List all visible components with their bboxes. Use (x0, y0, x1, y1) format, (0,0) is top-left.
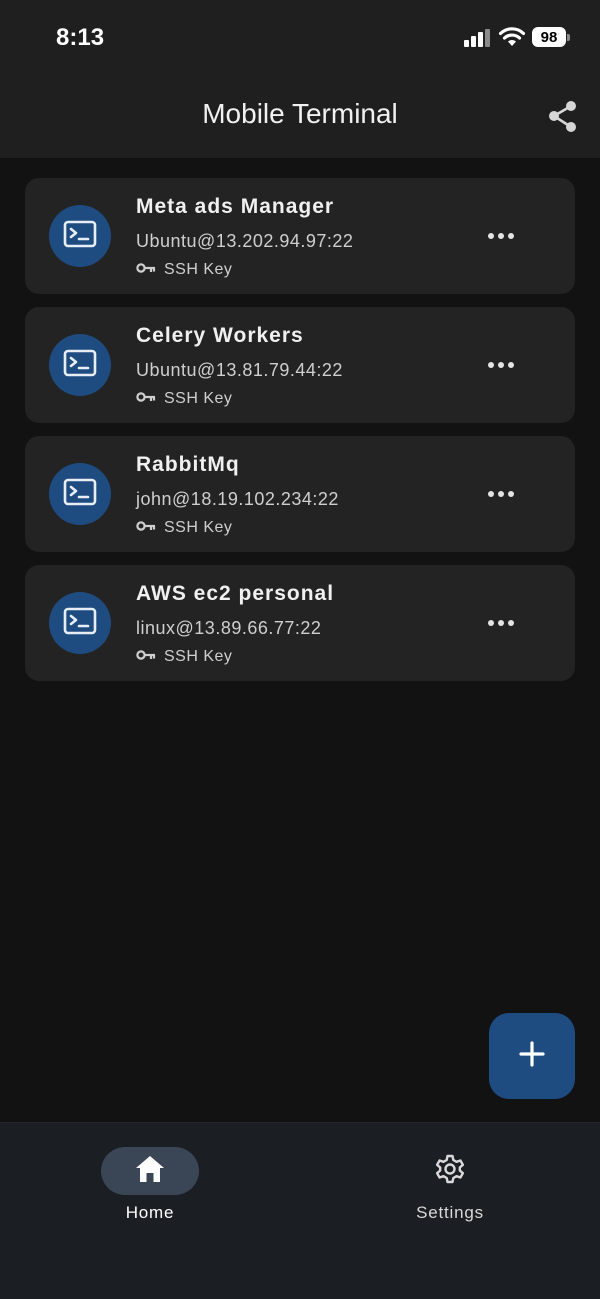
auth-label: SSH Key (164, 390, 233, 407)
terminal-icon (63, 607, 97, 640)
connection-list: Meta ads Manager Ubuntu@13.202.94.97:22 … (25, 178, 575, 694)
add-connection-button[interactable] (489, 1013, 575, 1099)
terminal-icon (63, 478, 97, 511)
connection-card[interactable]: Meta ads Manager Ubuntu@13.202.94.97:22 … (25, 178, 575, 294)
more-icon (487, 227, 515, 245)
more-options-button[interactable] (477, 347, 525, 383)
connection-card[interactable]: Celery Workers Ubuntu@13.81.79.44:22 SSH… (25, 307, 575, 423)
auth-label: SSH Key (164, 261, 233, 278)
connection-auth: SSH Key (136, 519, 232, 537)
connection-name: RabbitMq (136, 453, 240, 476)
connection-host: linux@13.89.66.77:22 (136, 618, 322, 638)
key-icon (136, 390, 156, 408)
terminal-avatar (49, 205, 111, 267)
cellular-signal-icon (464, 29, 492, 52)
terminal-icon (63, 349, 97, 382)
connection-name: Celery Workers (136, 324, 304, 347)
app-screen: 8:13 98 Mobile Terminal Meta ads Manager… (0, 0, 600, 1299)
share-button[interactable] (544, 98, 582, 136)
connection-host: john@18.19.102.234:22 (136, 489, 339, 509)
nav-label-home: Home (125, 1203, 175, 1222)
auth-label: SSH Key (164, 648, 233, 665)
more-icon (487, 356, 515, 374)
gear-icon (434, 1153, 466, 1190)
connection-auth: SSH Key (136, 648, 232, 666)
auth-label: SSH Key (164, 519, 233, 536)
status-time: 8:13 (56, 24, 105, 51)
nav-icon-container (401, 1147, 499, 1195)
more-options-button[interactable] (477, 605, 525, 641)
connection-host: Ubuntu@13.202.94.97:22 (136, 231, 354, 251)
terminal-icon (63, 220, 97, 253)
status-bar: 8:13 98 (0, 0, 600, 80)
more-options-button[interactable] (477, 476, 525, 512)
nav-active-indicator (101, 1147, 199, 1195)
plus-icon (519, 1040, 545, 1072)
key-icon (136, 261, 156, 279)
nav-label-settings: Settings (416, 1203, 484, 1222)
nav-item-home[interactable]: Home (50, 1147, 250, 1223)
terminal-avatar (49, 463, 111, 525)
connection-host: Ubuntu@13.81.79.44:22 (136, 360, 343, 380)
bottom-navigation: Home Settings (0, 1122, 600, 1299)
connection-name: AWS ec2 personal (136, 582, 335, 605)
more-icon (487, 614, 515, 632)
battery-tip (567, 34, 570, 41)
more-options-button[interactable] (477, 218, 525, 254)
terminal-avatar (49, 334, 111, 396)
terminal-avatar (49, 592, 111, 654)
home-icon (134, 1154, 166, 1189)
key-icon (136, 519, 156, 537)
nav-item-settings[interactable]: Settings (350, 1147, 550, 1223)
connection-auth: SSH Key (136, 390, 232, 408)
connection-auth: SSH Key (136, 261, 232, 279)
app-bar: Mobile Terminal (0, 80, 600, 158)
battery-indicator: 98 (532, 27, 566, 47)
wifi-icon (498, 26, 526, 53)
connection-card[interactable]: RabbitMq john@18.19.102.234:22 SSH Key (25, 436, 575, 552)
page-title: Mobile Terminal (202, 98, 398, 129)
connection-card[interactable]: AWS ec2 personal linux@13.89.66.77:22 SS… (25, 565, 575, 681)
key-icon (136, 648, 156, 666)
share-icon (544, 101, 582, 140)
connection-name: Meta ads Manager (136, 195, 335, 218)
more-icon (487, 485, 515, 503)
